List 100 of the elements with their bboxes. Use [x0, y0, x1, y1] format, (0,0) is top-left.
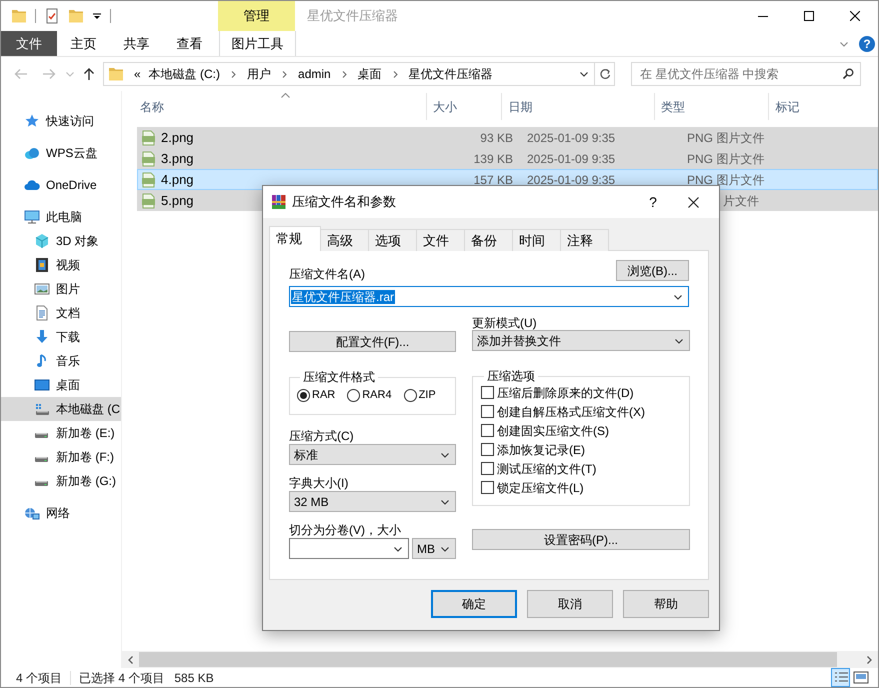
nav-item[interactable]: 新加卷 (E:) [1, 421, 121, 445]
field-label: 更新模式(U) [472, 315, 538, 330]
scrollbar-thumb[interactable] [139, 652, 837, 667]
overflow-chevron[interactable]: « [134, 65, 141, 83]
nav-item[interactable]: 视频 [1, 253, 121, 277]
nav-item[interactable]: 3D 对象 [1, 229, 121, 253]
nav-item[interactable]: 本地磁盘 (C [1, 397, 121, 421]
nav-item[interactable]: WPS云盘 [1, 141, 121, 165]
compression-method-dropdown[interactable]: 标准 [289, 444, 456, 465]
dialog-button[interactable]: 确定 [431, 590, 517, 618]
file-row[interactable]: 2.png 93 KB 2025-01-09 9:35 PNG 图片文件 [137, 127, 878, 148]
view-mode-button[interactable] [831, 668, 850, 687]
item-count: 4 个项目 [16, 670, 62, 686]
nav-item[interactable]: 新加卷 (G:) [1, 469, 121, 493]
nav-item[interactable]: 网络 [1, 501, 121, 525]
radio-option[interactable]: RAR4 [347, 387, 392, 404]
file-date: 2025-01-09 9:35 [527, 172, 616, 186]
dictionary-size-dropdown[interactable]: 32 MB [289, 491, 456, 512]
nav-item[interactable]: 音乐 [1, 349, 121, 373]
column-header[interactable]: 标记 [768, 93, 878, 120]
nav-item[interactable]: 下载 [1, 325, 121, 349]
volume-size-field[interactable] [289, 538, 409, 559]
context-tab-group: 管理 [218, 1, 295, 31]
column-header[interactable]: 日期 [501, 93, 654, 120]
volume-unit-dropdown[interactable]: MB [412, 538, 456, 559]
selection-count: 已选择 4 个项目 [79, 670, 164, 686]
search-field[interactable]: 在 星优文件压缩器 中搜索 [631, 62, 861, 86]
stacked-books-icon [271, 194, 287, 210]
dialog-tab[interactable]: 常规 [269, 226, 321, 251]
drive-icon [35, 433, 48, 438]
dialog-tab[interactable]: 备份 [465, 229, 513, 251]
image-file-icon [141, 172, 156, 188]
file-size: 157 KB [474, 172, 513, 186]
search-icon [842, 68, 854, 80]
checklist-icon[interactable] [44, 8, 60, 24]
film-icon [34, 257, 50, 273]
set-password-button[interactable]: 设置密码(P)... [472, 529, 690, 550]
profiles-button[interactable]: 配置文件(F)... [289, 331, 456, 352]
file-type: PNG 图片文件 [687, 130, 764, 144]
ribbon-tab[interactable]: 共享 [110, 31, 163, 56]
pc-icon [24, 209, 40, 225]
checkbox-option[interactable]: 压缩后删除原来的文件(D) [481, 386, 681, 399]
dialog-button[interactable]: 帮助 [623, 590, 709, 618]
group-label: 压缩选项 [486, 368, 536, 385]
breadcrumb-item[interactable]: admin [298, 65, 331, 83]
column-header[interactable]: 类型 [654, 93, 768, 120]
nav-item[interactable]: 新加卷 (F:) [1, 445, 121, 469]
help-button[interactable]: ? [859, 36, 875, 52]
nav-item[interactable]: 文档 [1, 301, 121, 325]
address-bar[interactable]: « 本地磁盘 (C:) 用户 admin 桌面 星优文件压缩器 [103, 62, 595, 86]
dialog-tab[interactable]: 选项 [369, 229, 417, 251]
radio-option[interactable]: ZIP [404, 387, 436, 404]
nav-item[interactable]: 图片 [1, 277, 121, 301]
checkbox-option[interactable]: 测试压缩的文件(T) [481, 462, 681, 475]
radio-option[interactable]: RAR [297, 387, 336, 404]
dialog-tab[interactable]: 时间 [513, 229, 561, 251]
checkbox-option[interactable]: 添加恢复记录(E) [481, 443, 681, 456]
file-menu-tab[interactable]: 文件 [1, 31, 57, 56]
dialog-button[interactable]: 取消 [527, 590, 613, 618]
refresh-button[interactable] [595, 62, 615, 86]
breadcrumb-chevron-icon [230, 70, 238, 78]
dialog-title: 压缩文件名和参数 [292, 193, 396, 212]
nav-item[interactable]: 此电脑 [1, 205, 121, 229]
breadcrumb-item[interactable]: 本地磁盘 (C:) [148, 65, 220, 83]
dialog-tab[interactable]: 高级 [321, 229, 369, 251]
checkbox-option[interactable]: 创建固实压缩文件(S) [481, 424, 681, 437]
ribbon-tab[interactable]: 查看 [163, 31, 216, 56]
nav-item[interactable]: 快速访问 [1, 109, 121, 133]
folder-icon [108, 66, 124, 82]
column-header[interactable]: 名称 [137, 93, 426, 120]
dialog-tab[interactable]: 注释 [561, 229, 609, 251]
browse-button[interactable]: 浏览(B)... [616, 260, 689, 281]
breadcrumb-chevron-icon [392, 70, 399, 78]
window-title: 星优文件压缩器 [307, 7, 398, 26]
file-row[interactable]: 3.png 139 KB 2025-01-09 9:35 PNG 图片文件 [137, 148, 878, 169]
breadcrumb-chevron-icon [281, 70, 288, 78]
nav-item[interactable]: 桌面 [1, 373, 121, 397]
star-icon [24, 113, 40, 129]
file-type: PNG 图片文件 [687, 152, 764, 166]
checkbox-option[interactable]: 创建自解压格式压缩文件(X) [481, 405, 681, 418]
file-name: 2.png [161, 128, 194, 147]
horizontal-scrollbar[interactable] [122, 651, 878, 668]
breadcrumb-item[interactable]: 用户 [247, 65, 272, 83]
update-mode-dropdown[interactable]: 添加并替换文件 [472, 330, 690, 351]
address-dropdown-icon[interactable] [579, 69, 589, 79]
ribbon-tab[interactable]: 主页 [57, 31, 110, 56]
column-header[interactable]: 大小 [426, 93, 502, 120]
system-drive-icon [34, 401, 50, 417]
breadcrumb-item[interactable]: 桌面 [358, 65, 382, 83]
image-file-icon [141, 150, 156, 166]
file-date: 2025-01-09 9:35 [527, 130, 616, 144]
desktop-icon [34, 377, 50, 393]
scroll-right-icon [867, 656, 872, 664]
archive-name-field[interactable]: 星优文件压缩器.rar [289, 286, 689, 307]
dialog-tab[interactable]: 文件 [417, 229, 465, 251]
nav-item[interactable]: OneDrive [1, 173, 121, 197]
help-button[interactable]: ? [638, 187, 668, 217]
field-label: 压缩文件名(A) [289, 266, 365, 283]
checkbox-option[interactable]: 锁定压缩文件(L) [481, 481, 681, 494]
breadcrumb-item[interactable]: 星优文件压缩器 [408, 65, 493, 83]
